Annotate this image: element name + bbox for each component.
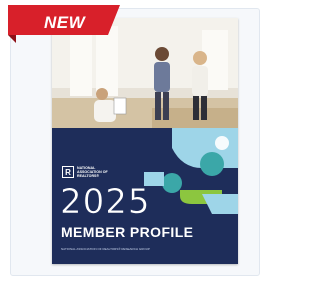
report-cover-image[interactable]: R NATIONAL ASSOCIATION OF REALTORS® 2025…	[52, 18, 238, 264]
cover-year: 2025	[60, 182, 151, 223]
cover-footer: NATIONAL ASSOCIATION OF REALTORS® RESEAR…	[61, 247, 150, 251]
new-badge-label: NEW	[44, 13, 86, 32]
realtors-logo: R NATIONAL ASSOCIATION OF REALTORS®	[62, 166, 117, 179]
cover-title: MEMBER PROFILE	[61, 224, 194, 240]
new-badge: NEW	[8, 5, 128, 43]
realtor-r-icon: R	[62, 166, 74, 179]
logo-text: NATIONAL ASSOCIATION OF REALTORS®	[77, 166, 108, 179]
